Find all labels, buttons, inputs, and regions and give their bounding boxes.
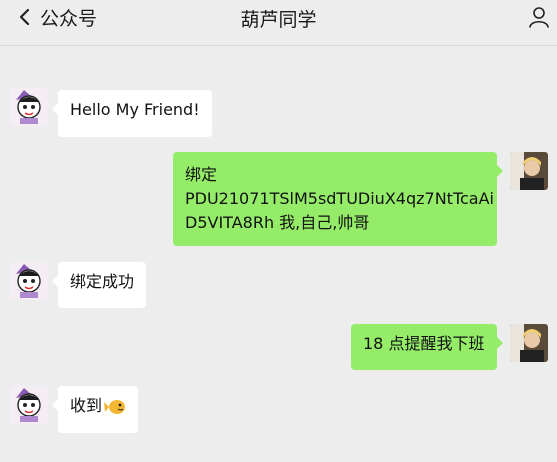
avatar[interactable] [510, 324, 548, 362]
message-text: D5VITA8Rh 我,自己,帅哥 [185, 213, 370, 232]
message-content: 收到 [70, 394, 126, 418]
person-icon[interactable] [527, 5, 551, 29]
message-text: 绑定成功 [70, 272, 135, 291]
user-avatar-icon [510, 324, 548, 362]
user-avatar-icon [510, 152, 548, 190]
message-text: 收到 [70, 396, 103, 415]
message-text: PDU21071TSlM5sdTUDiuX4qz7NtTcaAi [185, 189, 494, 208]
message-bubble-incoming[interactable]: Hello My Friend! [52, 90, 212, 137]
top-bar: 公众号 葫芦同学 [0, 0, 557, 46]
message-text: 绑定 [185, 165, 218, 184]
message-text: Hello My Friend! [70, 100, 200, 119]
avatar[interactable] [510, 152, 548, 190]
message-text: 18 点提醒我下班 [363, 334, 485, 353]
bot-avatar-icon [10, 262, 48, 300]
avatar[interactable] [10, 386, 48, 424]
message-bubble-incoming[interactable]: 绑定成功 [51, 262, 147, 308]
bot-avatar-icon [10, 88, 48, 126]
bot-avatar-icon [10, 386, 48, 424]
page-title: 葫芦同学 [240, 9, 317, 31]
fish-emoji-icon [104, 399, 126, 414]
message-bubble-incoming[interactable]: 收到 [52, 386, 138, 433]
message-bubble-outgoing[interactable]: 18 点提醒我下班 [351, 324, 503, 370]
avatar[interactable] [10, 262, 48, 300]
message-bubble-outgoing[interactable]: 绑定 PDU21071TSlM5sdTUDiuX4qz7NtTcaAi D5VI… [173, 152, 503, 246]
avatar[interactable] [10, 88, 48, 126]
